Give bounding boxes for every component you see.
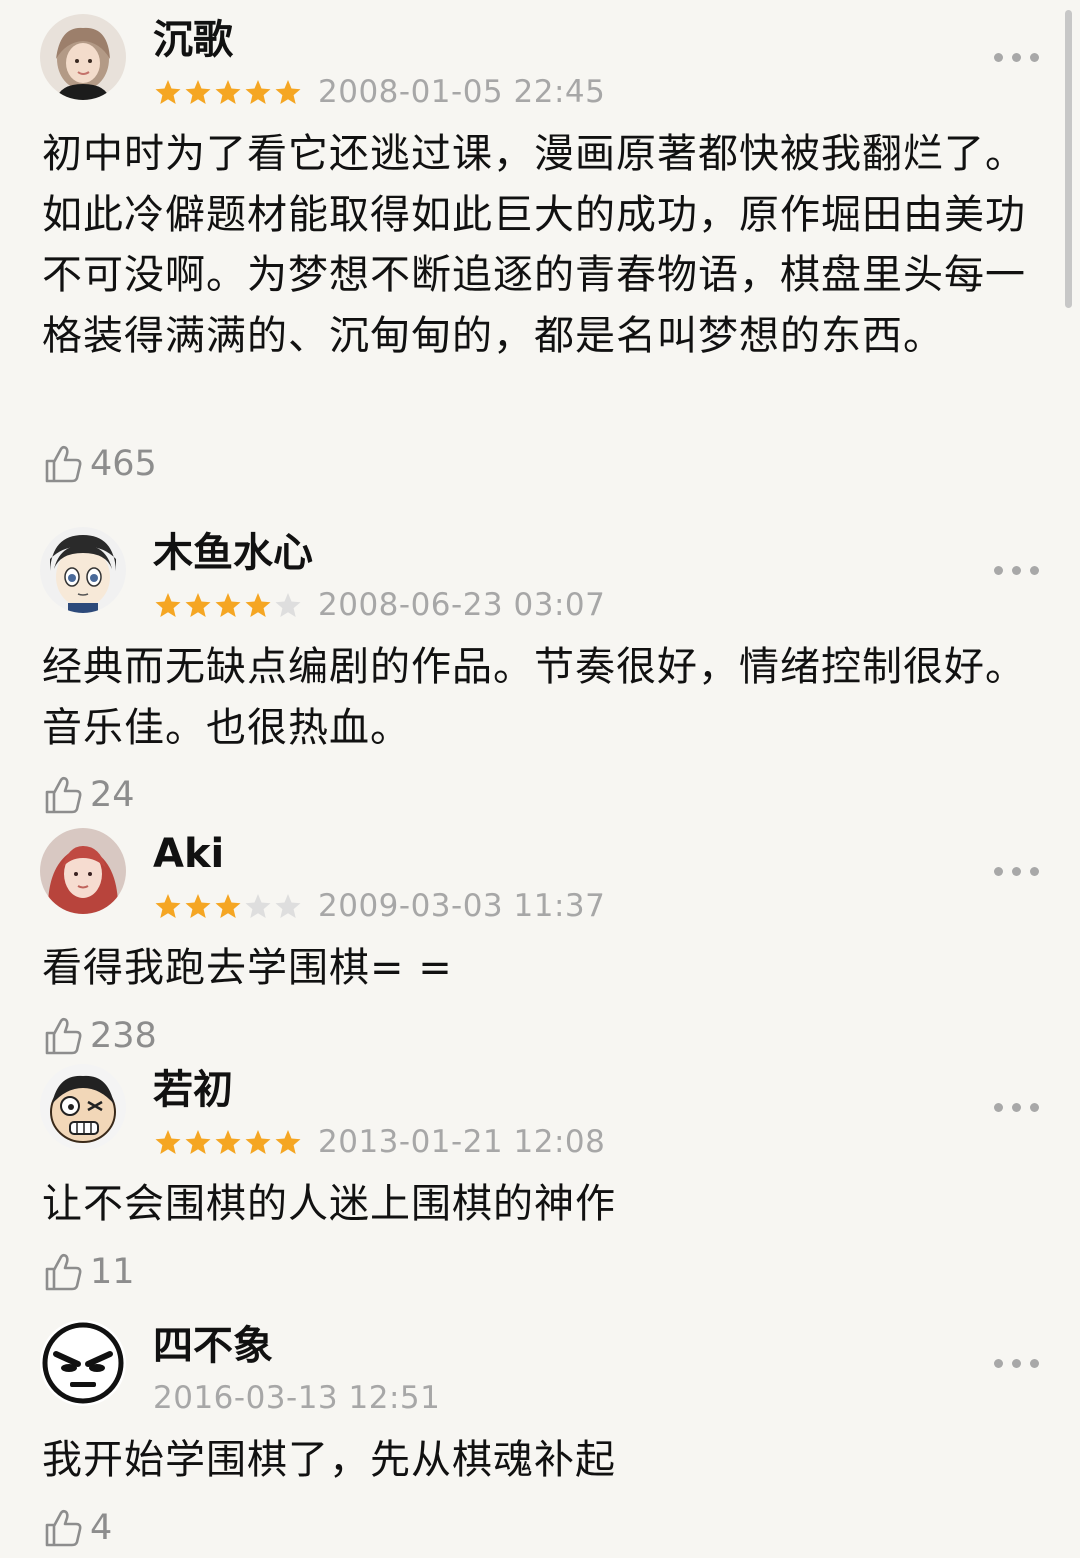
avatar[interactable] <box>40 1320 126 1406</box>
username[interactable]: 木鱼水心 <box>153 529 313 577</box>
comment-date: 2016-03-13 12:51 <box>153 1380 441 1416</box>
avatar[interactable] <box>40 527 126 613</box>
comment-date: 2008-01-05 22:45 <box>318 74 606 110</box>
like-button[interactable]: 465 <box>43 442 157 486</box>
username[interactable]: 若初 <box>153 1066 233 1114</box>
star-icon <box>275 80 301 104</box>
comment-date: 2009-03-03 11:37 <box>318 888 606 924</box>
scrollbar[interactable] <box>1065 10 1072 308</box>
like-button[interactable]: 238 <box>43 1014 157 1058</box>
star-rating <box>153 590 303 620</box>
comment-meta: 2016-03-13 12:51 <box>153 1378 440 1418</box>
star-icon <box>155 80 181 104</box>
thumbs-up-outline-icon <box>43 1507 90 1549</box>
comment-text: 经典而无缺点编剧的作品。节奏很好，情绪控制很好。音乐佳。也很热血。 <box>42 644 1026 751</box>
thumbs-up-outline-icon <box>43 443 90 485</box>
like-button[interactable]: 4 <box>43 1506 112 1550</box>
star-icon <box>215 894 241 918</box>
comment-date: 2013-01-21 12:08 <box>318 1124 606 1160</box>
like-count: 4 <box>90 1508 113 1548</box>
star-icon <box>185 593 211 617</box>
username[interactable]: 四不象 <box>153 1322 273 1370</box>
comment-meta: 2009-03-03 11:37 <box>153 886 605 926</box>
star-rating <box>153 891 303 921</box>
star-icon <box>215 1130 241 1154</box>
more-dots-icon[interactable] <box>994 864 1040 878</box>
more-dots-icon[interactable] <box>994 563 1040 577</box>
username[interactable]: 沉歌 <box>153 16 233 64</box>
comment-meta: 2008-06-23 03:07 <box>153 585 605 625</box>
star-rating <box>153 77 303 107</box>
star-icon <box>185 80 211 104</box>
comment-meta: 2013-01-21 12:08 <box>153 1122 605 1162</box>
star-rating <box>153 1127 303 1157</box>
star-icon <box>245 593 271 617</box>
like-count: 238 <box>90 1016 157 1056</box>
star-icon <box>185 1130 211 1154</box>
avatar[interactable] <box>40 14 126 100</box>
star-icon <box>155 1130 181 1154</box>
comment-meta: 2008-01-05 22:45 <box>153 72 605 112</box>
thumbs-up-outline-icon <box>43 1015 90 1057</box>
star-icon <box>185 894 211 918</box>
comment-text: 让不会围棋的人迷上围棋的神作 <box>42 1181 616 1227</box>
comment-text: 看得我跑去学围棋= = <box>42 945 453 991</box>
comment-date: 2008-06-23 03:07 <box>318 587 606 623</box>
more-dots-icon[interactable] <box>994 50 1040 64</box>
star-icon <box>245 80 271 104</box>
thumbs-up-outline-icon <box>43 1251 90 1293</box>
like-count: 11 <box>90 1252 135 1292</box>
like-count: 465 <box>90 444 157 484</box>
star-icon <box>275 894 301 918</box>
like-count: 24 <box>90 775 135 815</box>
star-icon <box>245 1130 271 1154</box>
comment-text: 我开始学围棋了，先从棋魂补起 <box>42 1437 616 1483</box>
star-icon <box>275 593 301 617</box>
more-dots-icon[interactable] <box>994 1100 1040 1114</box>
star-icon <box>155 894 181 918</box>
comment-text: 初中时为了看它还逃过课，漫画原著都快被我翻烂了。如此冷僻题材能取得如此巨大的成功… <box>42 131 1026 359</box>
like-button[interactable]: 24 <box>43 773 135 817</box>
star-icon <box>215 593 241 617</box>
username[interactable]: Aki <box>153 830 224 878</box>
star-icon <box>155 593 181 617</box>
star-icon <box>275 1130 301 1154</box>
avatar[interactable] <box>40 828 126 914</box>
star-icon <box>215 80 241 104</box>
more-dots-icon[interactable] <box>994 1356 1040 1370</box>
like-button[interactable]: 11 <box>43 1250 135 1294</box>
thumbs-up-outline-icon <box>43 774 90 816</box>
star-icon <box>245 894 271 918</box>
avatar[interactable] <box>40 1064 126 1150</box>
